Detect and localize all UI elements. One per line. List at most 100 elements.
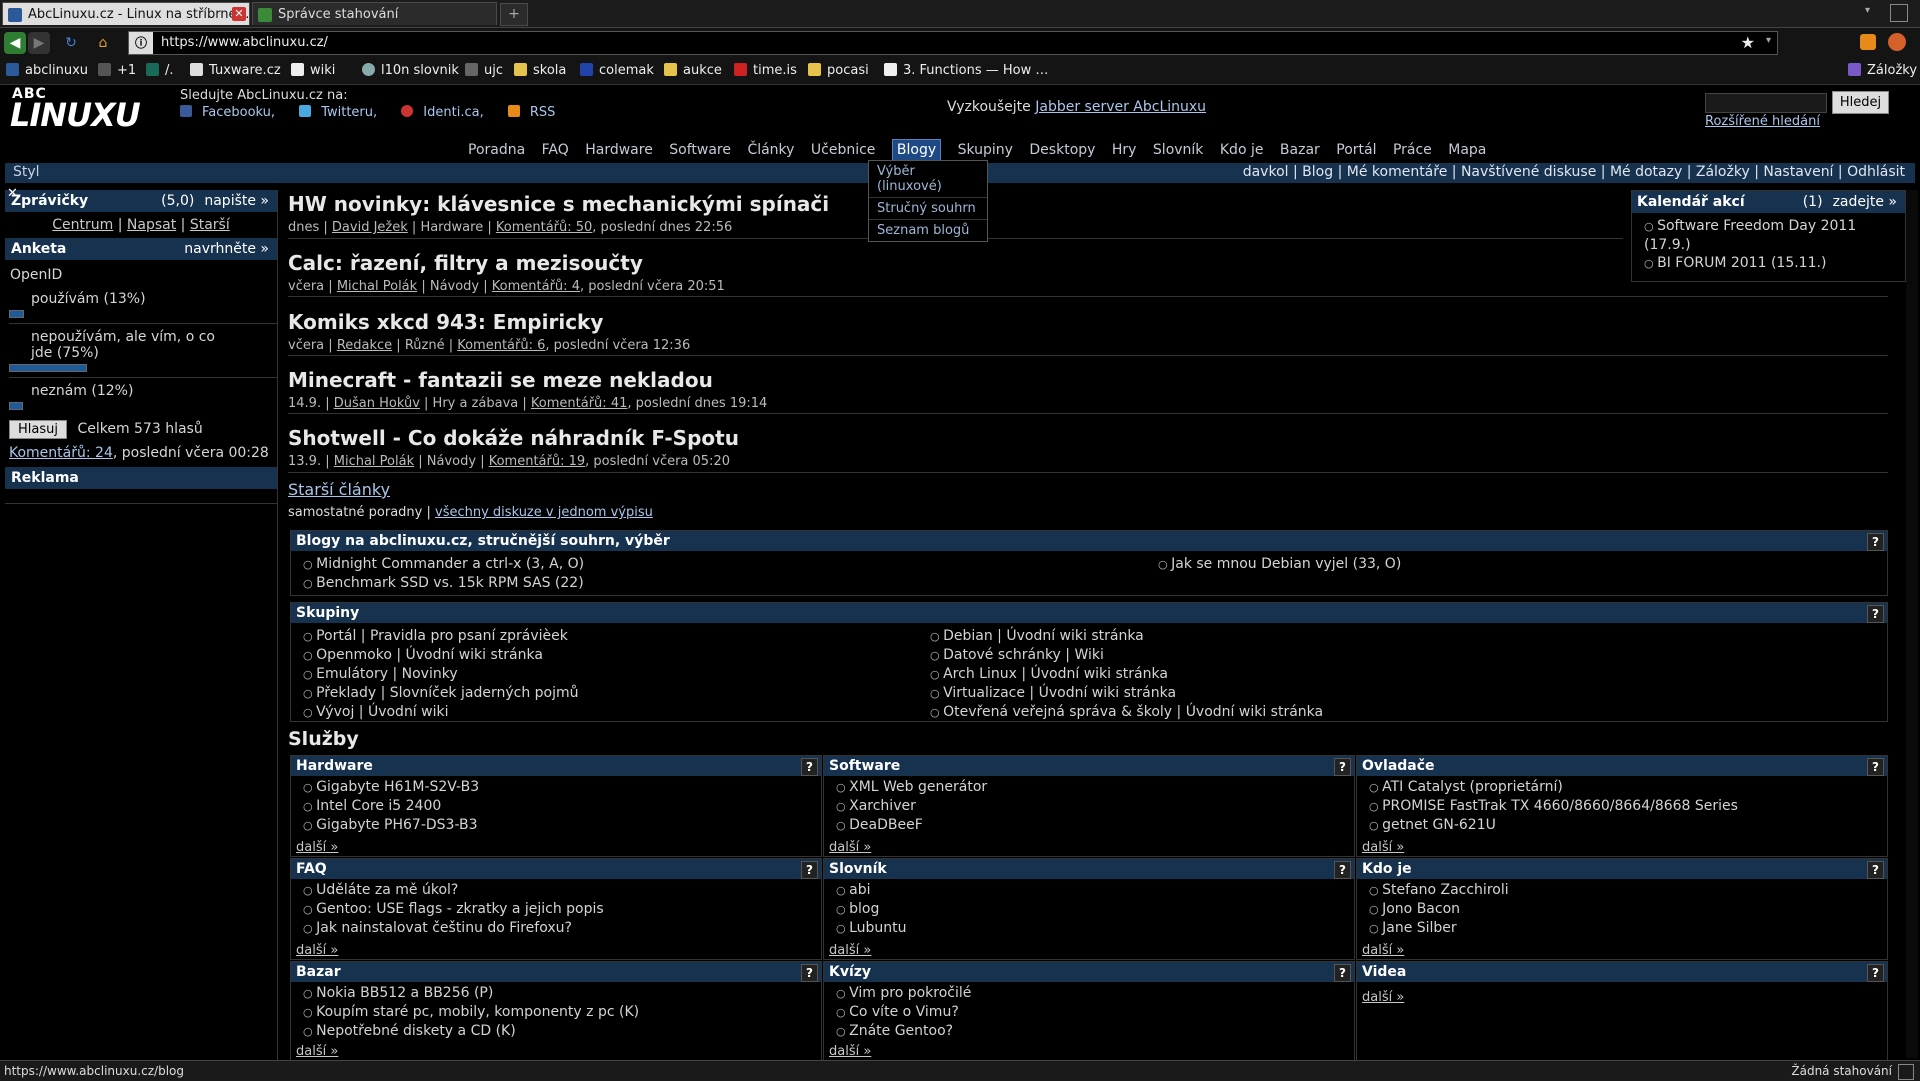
site-identity-icon[interactable]: ⓘ xyxy=(129,32,153,54)
poll-comments-link[interactable]: Komentářů: 24 xyxy=(9,445,113,461)
help-icon[interactable]: ? xyxy=(1334,758,1351,776)
menu-clanky[interactable]: Články xyxy=(747,142,794,158)
article-author[interactable]: Michal Polák xyxy=(334,454,414,469)
group-item[interactable]: Emulátory | Novinky xyxy=(303,665,579,684)
centrum-link[interactable]: Centrum xyxy=(52,217,113,233)
help-icon[interactable]: ? xyxy=(801,758,818,776)
article-comments[interactable]: Komentářů: 4 xyxy=(492,279,580,294)
user-name-link[interactable]: davkol xyxy=(1243,164,1289,180)
help-icon[interactable]: ? xyxy=(1867,605,1884,623)
help-icon[interactable]: ? xyxy=(1334,964,1351,982)
reload-icon[interactable]: ↻ xyxy=(60,32,82,54)
service-item[interactable]: Gigabyte H61M-S2V-B3 xyxy=(303,778,821,797)
search-input[interactable] xyxy=(1705,93,1827,113)
logout-link[interactable]: Odhlásit xyxy=(1847,164,1905,180)
help-icon[interactable]: ? xyxy=(1867,861,1884,879)
service-item[interactable]: Znáte Gentoo? xyxy=(836,1022,1354,1041)
menu-desktopy[interactable]: Desktopy xyxy=(1029,142,1095,158)
more-link[interactable]: další » xyxy=(829,840,871,855)
more-link[interactable]: další » xyxy=(1362,840,1404,855)
bookmark-abclinuxu[interactable]: abclinuxu xyxy=(6,63,88,78)
vote-button[interactable]: Hlasuj xyxy=(9,420,67,439)
article-comments[interactable]: Komentářů: 41 xyxy=(531,396,627,411)
service-item[interactable]: Stefano Zacchiroli xyxy=(1369,881,1887,900)
downloads-status[interactable]: Žádná stahování xyxy=(1791,1064,1892,1078)
bookmark-slashdot[interactable]: /. xyxy=(146,63,174,78)
more-link[interactable]: další » xyxy=(1362,943,1404,958)
jabber-link[interactable]: Jabber server AbcLinuxu xyxy=(1035,99,1206,115)
menu-hry[interactable]: Hry xyxy=(1112,142,1137,158)
service-item[interactable]: abi xyxy=(836,881,1354,900)
identica-link[interactable]: Identi.ca, xyxy=(401,105,493,120)
more-link[interactable]: další » xyxy=(296,1044,338,1059)
group-item[interactable]: Debian | Úvodní wiki stránka xyxy=(930,627,1323,646)
menu-prace[interactable]: Práce xyxy=(1393,142,1432,158)
help-icon[interactable]: ? xyxy=(1867,533,1884,551)
bookmarks-menu[interactable]: Záložky xyxy=(1848,63,1917,78)
more-link[interactable]: další » xyxy=(296,943,338,958)
article-comments[interactable]: Komentářů: 6 xyxy=(457,338,545,353)
window-icon[interactable] xyxy=(1890,4,1908,22)
article-comments[interactable]: Komentářů: 19 xyxy=(489,454,585,469)
menu-slovnik[interactable]: Slovník xyxy=(1153,142,1204,158)
article-author[interactable]: Redakce xyxy=(337,338,392,353)
napsat-link[interactable]: Napsat xyxy=(127,217,176,233)
bookmark-colemak[interactable]: colemak xyxy=(580,63,654,78)
article-author[interactable]: Dušan Hokův xyxy=(334,396,420,411)
more-link[interactable]: další » xyxy=(296,840,338,855)
group-item[interactable]: Portál | Pravidla pro psaní zprávièek xyxy=(303,627,579,646)
bookmark-wiki[interactable]: wiki xyxy=(291,63,335,78)
group-item[interactable]: Otevřená veřejná správa & školy | Úvodní… xyxy=(930,703,1323,722)
service-item[interactable]: Gentoo: USE flags - zkratky a jejich pop… xyxy=(303,900,821,919)
bookmark-timeis[interactable]: time.is xyxy=(734,63,797,78)
calendar-event[interactable]: Software Freedom Day 2011 (17.9.) xyxy=(1644,217,1884,254)
article-title[interactable]: Minecraft - fantazii se meze nekladou xyxy=(288,368,1888,392)
tab-downloads[interactable]: Správce stahování xyxy=(252,2,497,25)
dropdown-souhrn[interactable]: Stručný souhrn xyxy=(869,198,987,220)
article-author[interactable]: Michal Polák xyxy=(337,279,417,294)
group-item[interactable]: Virtualizace | Úvodní wiki stránka xyxy=(930,684,1323,703)
url-dropdown-icon[interactable]: ▾ xyxy=(1766,35,1771,46)
menu-skupiny[interactable]: Skupiny xyxy=(958,142,1013,158)
article-author[interactable]: David Ježek xyxy=(332,220,408,235)
older-articles-link[interactable]: Starší články xyxy=(288,480,390,499)
help-icon[interactable]: ? xyxy=(801,964,818,982)
service-item[interactable]: getnet GN-621U xyxy=(1369,816,1887,835)
search-button[interactable]: Hledej xyxy=(1832,91,1889,114)
service-item[interactable]: Nokia BB512 a BB256 (P) xyxy=(303,984,821,1003)
calendar-add-link[interactable]: zadejte » xyxy=(1833,194,1897,210)
firefox-menu-icon[interactable] xyxy=(1888,33,1906,51)
tab-abclinuxu[interactable]: AbcLinuxu.cz - Linux na stříbrné… ✕ xyxy=(2,2,250,25)
rss-link[interactable]: RSS xyxy=(507,105,566,120)
bookmark-l10n[interactable]: l10n slovnik xyxy=(362,63,459,78)
close-tab-icon[interactable]: ✕ xyxy=(232,7,246,21)
service-item[interactable]: Co víte o Vimu? xyxy=(836,1003,1354,1022)
styl-menu[interactable]: Styl xyxy=(13,164,40,180)
blog-item[interactable]: Jak se mnou Debian vyjel (33, O) xyxy=(1158,555,1401,574)
group-item[interactable]: Arch Linux | Úvodní wiki stránka xyxy=(930,665,1323,684)
group-item[interactable]: Openmoko | Úvodní wiki stránka xyxy=(303,646,579,665)
service-item[interactable]: Intel Core i5 2400 xyxy=(303,797,821,816)
menu-poradna[interactable]: Poradna xyxy=(468,142,525,158)
anketa-suggest-link[interactable]: navrhněte » xyxy=(184,238,269,260)
poll-option[interactable]: nepoužívám, ale vím, o co jde (75%) xyxy=(5,329,231,361)
new-tab-button[interactable]: + xyxy=(500,3,528,26)
user-blog-link[interactable]: Blog xyxy=(1302,164,1333,180)
article-comments[interactable]: Komentářů: 50 xyxy=(496,220,592,235)
forward-button[interactable]: ▶ xyxy=(28,32,50,54)
article-title[interactable]: Shotwell - Co dokáže náhradník F-Spotu xyxy=(288,426,1888,450)
abclinuxu-logo[interactable]: ABC LINUXU xyxy=(10,86,141,134)
settings-link[interactable]: Nastavení xyxy=(1763,164,1833,180)
dropdown-vyber[interactable]: Výběr (linuxové) xyxy=(869,161,987,198)
menu-mapa[interactable]: Mapa xyxy=(1448,142,1486,158)
help-icon[interactable]: ? xyxy=(1334,861,1351,879)
all-discussions-link[interactable]: všechny diskuze v jednom výpisu xyxy=(435,505,653,520)
poll-option[interactable]: neznám (12%) xyxy=(5,383,277,399)
menu-software[interactable]: Software xyxy=(669,142,731,158)
service-item[interactable]: Jak nainstalovat češtinu do Firefoxu? xyxy=(303,919,821,938)
bookmark-ujc[interactable]: ujc xyxy=(465,63,503,78)
service-item[interactable]: Gigabyte PH67-DS3-B3 xyxy=(303,816,821,835)
calendar-event[interactable]: BI FORUM 2011 (15.11.) xyxy=(1644,254,1905,273)
bookmark-skola[interactable]: skola xyxy=(514,63,566,78)
home-icon[interactable]: ⌂ xyxy=(92,32,114,54)
